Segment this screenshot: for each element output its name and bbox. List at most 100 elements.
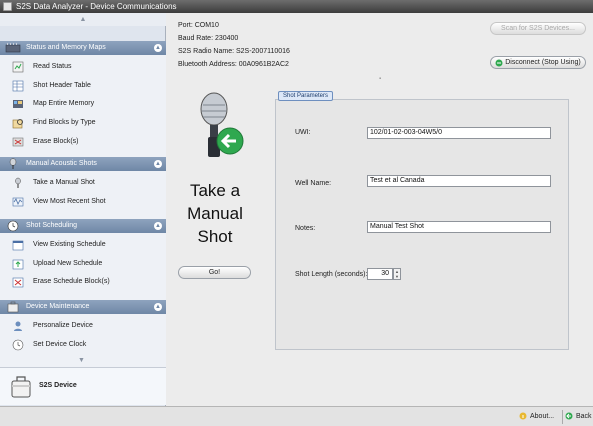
shot-length-field[interactable]: 30 bbox=[367, 268, 393, 280]
briefcase-icon bbox=[7, 301, 19, 313]
sidebar-item-read-status[interactable]: Read Status bbox=[0, 58, 166, 76]
scan-devices-label: Scan for S2S Devices... bbox=[501, 25, 575, 32]
about-button[interactable]: About... bbox=[519, 411, 554, 423]
chevron-up-icon[interactable]: ▲ bbox=[154, 160, 162, 168]
sidebar-item-label: View Most Recent Shot bbox=[33, 198, 106, 205]
baud-rate-text: Baud Rate: 230400 bbox=[178, 35, 239, 42]
disconnect-button[interactable]: Disconnect (Stop Using) bbox=[490, 56, 586, 69]
sidebar-item-label: Erase Block(s) bbox=[33, 138, 79, 145]
sidebar-item-map-entire-memory[interactable]: Map Entire Memory bbox=[0, 95, 166, 113]
sidebar-item-label: Map Entire Memory bbox=[33, 100, 95, 107]
device-panel[interactable]: S2S Device bbox=[0, 367, 166, 405]
sidebar-item-take-manual-shot[interactable]: Take a Manual Shot bbox=[0, 174, 166, 192]
radio-name-text: S2S Radio Name: S2S-2007110016 bbox=[178, 48, 290, 55]
well-name-field[interactable]: Test et al Canada bbox=[367, 175, 551, 187]
sidebar-item-label: Erase Schedule Block(s) bbox=[33, 278, 110, 285]
device-case-icon bbox=[11, 376, 31, 398]
uwi-label: UWI: bbox=[295, 129, 311, 136]
sidebar-item-erase-schedule[interactable]: Erase Schedule Block(s) bbox=[0, 273, 166, 291]
microphone-icon bbox=[9, 158, 17, 169]
erase-schedule-icon bbox=[12, 277, 24, 288]
main-content: Port: COM10 Baud Rate: 230400 S2S Radio … bbox=[167, 13, 593, 406]
sidebar-scroll-up-button[interactable]: ▲ bbox=[0, 13, 166, 26]
page-heading-line3: Shot bbox=[197, 227, 233, 246]
page-heading-line2: Manual bbox=[187, 204, 243, 223]
page-heading-line1: Take a bbox=[189, 181, 241, 200]
shot-length-label: Shot Length (seconds): bbox=[295, 271, 368, 278]
read-status-icon bbox=[12, 61, 24, 73]
section-status-memory-label: Status and Memory Maps bbox=[26, 44, 106, 51]
sidebar-item-erase-blocks[interactable]: Erase Block(s) bbox=[0, 133, 166, 151]
erase-blocks-icon bbox=[12, 137, 24, 147]
device-label: S2S Device bbox=[39, 382, 77, 389]
section-shot-scheduling-label: Shot Scheduling bbox=[26, 222, 77, 229]
back-button[interactable]: Back bbox=[565, 411, 592, 423]
chevron-up-icon[interactable]: ▲ bbox=[154, 222, 162, 230]
clock-icon bbox=[7, 220, 19, 232]
shot-length-stepper[interactable]: ▲ ▼ bbox=[393, 268, 401, 280]
find-blocks-icon bbox=[12, 119, 23, 129]
section-manual-shots-label: Manual Acoustic Shots bbox=[26, 160, 97, 167]
sidebar-item-label: Read Status bbox=[33, 63, 72, 70]
section-manual-shots-header[interactable]: Manual Acoustic Shots ▲ bbox=[0, 157, 166, 171]
sidebar-item-label: Set Device Clock bbox=[33, 341, 87, 348]
app-icon bbox=[3, 2, 12, 11]
sidebar-item-view-schedule[interactable]: View Existing Schedule bbox=[0, 236, 166, 254]
about-icon bbox=[519, 412, 527, 420]
waveform-icon bbox=[12, 197, 24, 207]
schedule-icon bbox=[12, 240, 24, 251]
title-bar: S2S Data Analyzer - Device Communication… bbox=[0, 0, 593, 13]
sidebar-item-label: View Existing Schedule bbox=[33, 241, 106, 248]
uwi-field[interactable]: 102/01-02-003-04W5/0 bbox=[367, 127, 551, 139]
sidebar-item-label: Shot Header Table bbox=[33, 82, 91, 89]
window-title: S2S Data Analyzer - Device Communication… bbox=[16, 2, 177, 11]
table-icon bbox=[12, 80, 24, 92]
upload-schedule-icon bbox=[12, 259, 24, 270]
section-status-memory-header[interactable]: Status and Memory Maps ▲ bbox=[0, 41, 166, 55]
section-device-maintenance-label: Device Maintenance bbox=[26, 303, 90, 310]
disconnect-icon bbox=[495, 59, 503, 67]
sidebar-item-upload-schedule[interactable]: Upload New Schedule bbox=[0, 255, 166, 273]
sidebar-item-label: Take a Manual Shot bbox=[33, 179, 95, 186]
clock-icon bbox=[12, 339, 24, 351]
notes-field[interactable]: Manual Test Shot bbox=[367, 221, 551, 233]
splitter-handle[interactable]: ▪ bbox=[379, 76, 381, 82]
port-text: Port: COM10 bbox=[178, 22, 219, 29]
notes-label: Notes: bbox=[295, 225, 316, 232]
memory-map-icon bbox=[13, 100, 23, 108]
section-shot-scheduling-items: View Existing Schedule Upload New Schedu… bbox=[0, 233, 166, 300]
about-label: About... bbox=[530, 413, 555, 420]
go-button[interactable]: Go! bbox=[178, 266, 251, 279]
sidebar-item-view-recent-shot[interactable]: View Most Recent Shot bbox=[0, 193, 166, 211]
memory-chip-icon bbox=[5, 43, 21, 53]
section-shot-scheduling-header[interactable]: Shot Scheduling ▲ bbox=[0, 219, 166, 233]
microphone-icon bbox=[200, 92, 244, 157]
chevron-up-icon[interactable]: ▲ bbox=[154, 303, 162, 311]
status-bar: About... Back bbox=[0, 406, 593, 426]
sidebar-item-label: Upload New Schedule bbox=[33, 260, 103, 267]
bluetooth-address-text: Bluetooth Address: 00A0961B2AC2 bbox=[178, 61, 289, 68]
sidebar-item-find-blocks[interactable]: Find Blocks by Type bbox=[0, 114, 166, 132]
scan-devices-button[interactable]: Scan for S2S Devices... bbox=[490, 22, 586, 35]
personalize-icon bbox=[14, 321, 22, 331]
sidebar-scroll-down-button[interactable]: ▼ bbox=[78, 357, 85, 364]
chevron-up-icon[interactable]: ▲ bbox=[154, 44, 162, 52]
sidebar-item-set-device-clock[interactable]: Set Device Clock bbox=[0, 336, 166, 354]
go-button-label: Go! bbox=[208, 269, 221, 276]
disconnect-label: Disconnect (Stop Using) bbox=[505, 59, 581, 66]
section-status-memory-items: Read Status Shot Header Table Map Entire… bbox=[0, 55, 166, 157]
sidebar-item-label: Find Blocks by Type bbox=[33, 119, 96, 126]
status-divider bbox=[562, 410, 563, 424]
back-label: Back bbox=[576, 413, 592, 420]
section-device-maintenance-header[interactable]: Device Maintenance ▲ bbox=[0, 300, 166, 314]
sidebar-item-label: Personalize Device bbox=[33, 322, 93, 329]
microphone-icon bbox=[15, 177, 21, 188]
back-icon bbox=[565, 412, 573, 420]
sidebar: ▲ Status and Memory Maps ▲ Read Status S… bbox=[0, 13, 166, 406]
tab-shot-parameters[interactable]: Shot Parameters bbox=[278, 91, 333, 101]
stepper-down-icon[interactable]: ▼ bbox=[394, 274, 400, 279]
section-manual-shots-items: Take a Manual Shot View Most Recent Shot bbox=[0, 171, 166, 219]
section-device-maintenance-items: Personalize Device Set Device Clock ▼ bbox=[0, 314, 166, 367]
sidebar-item-personalize-device[interactable]: Personalize Device bbox=[0, 317, 166, 335]
sidebar-item-shot-header-table[interactable]: Shot Header Table bbox=[0, 77, 166, 95]
